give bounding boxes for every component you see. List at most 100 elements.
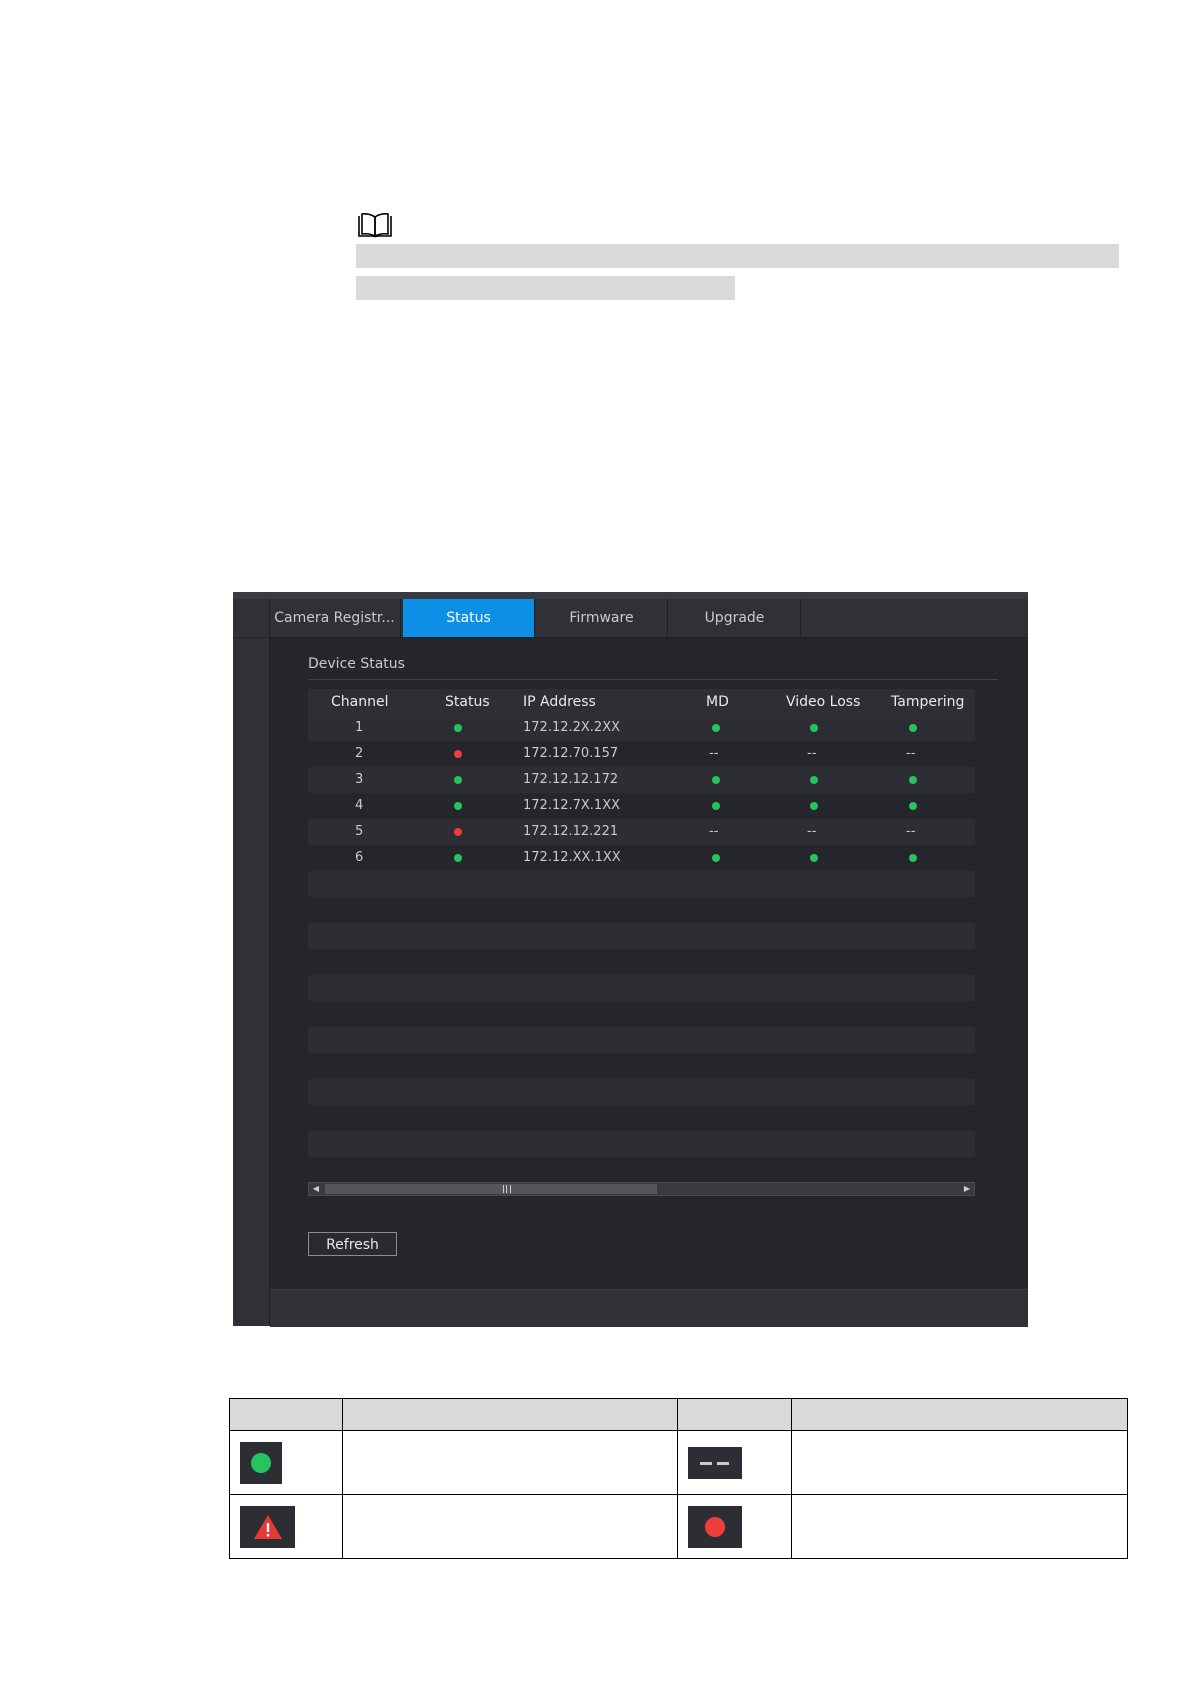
- green-status-dot-icon: [909, 853, 917, 862]
- red-dot-icon: [688, 1505, 742, 1548]
- cell-channel: 2: [355, 746, 364, 761]
- dash-icon: [688, 1446, 742, 1479]
- col-ip-address[interactable]: IP Address: [523, 689, 596, 715]
- cell-ip-address: 172.12.70.157: [523, 746, 619, 761]
- cell-md: [712, 715, 720, 741]
- cell-video-loss: [810, 793, 818, 819]
- cell-ip-address: 172.12.XX.1XX: [523, 850, 621, 865]
- cell-channel: 5: [355, 824, 364, 839]
- tab-upgrade[interactable]: Upgrade: [669, 599, 801, 637]
- col-channel[interactable]: Channel: [331, 689, 388, 715]
- table-row[interactable]: [308, 949, 975, 975]
- table-row[interactable]: [308, 1131, 975, 1157]
- footer-bar: [270, 1289, 1028, 1327]
- table-row[interactable]: 1 172.12.2X.2XX: [308, 715, 975, 741]
- table-row[interactable]: 6 172.12.XX.1XX: [308, 845, 975, 871]
- legend-icon-cell: [229, 1494, 343, 1559]
- legend-desc-cell: [342, 1494, 678, 1559]
- cell-video-loss: --: [807, 746, 817, 761]
- red-status-dot-icon: [454, 749, 462, 758]
- warning-triangle-icon: [240, 1505, 295, 1548]
- cell-video-loss: [810, 715, 818, 741]
- col-md[interactable]: MD: [706, 689, 729, 715]
- green-status-dot-icon: [909, 723, 917, 732]
- cell-status: [454, 767, 462, 793]
- tab-bar-spacer: [233, 599, 270, 637]
- cell-channel: 3: [355, 772, 364, 787]
- table-row[interactable]: 5 172.12.12.221 -- -- --: [308, 819, 975, 845]
- horizontal-scrollbar[interactable]: ◀ ▶: [308, 1182, 975, 1196]
- table-row[interactable]: [308, 1079, 975, 1105]
- cell-tampering: [909, 793, 917, 819]
- col-video-loss[interactable]: Video Loss: [786, 689, 860, 715]
- cell-status: [454, 845, 462, 871]
- device-status-window: Camera Registr... Status Firmware Upgrad…: [233, 592, 1028, 1327]
- green-status-dot-icon: [909, 801, 917, 810]
- cell-md: --: [709, 824, 719, 839]
- green-status-dot-icon: [810, 775, 818, 784]
- green-status-dot-icon: [712, 723, 720, 732]
- grip-center-line: [506, 1185, 507, 1193]
- legend-header-row: [229, 1398, 1128, 1431]
- window-top-edge: [233, 592, 1028, 599]
- cell-ip-address: 172.12.2X.2XX: [523, 720, 621, 735]
- legend-row: [229, 1494, 1128, 1559]
- note-text-line-2: [356, 276, 735, 300]
- col-tampering[interactable]: Tampering: [891, 689, 964, 715]
- cell-ip-address: 172.12.12.172: [523, 772, 619, 787]
- tab-camera-registration[interactable]: Camera Registr...: [269, 599, 401, 637]
- table-row[interactable]: [308, 871, 975, 897]
- green-status-dot-icon: [810, 723, 818, 732]
- green-status-dot-icon: [712, 853, 720, 862]
- table-row[interactable]: 2 172.12.70.157 -- -- --: [308, 741, 975, 767]
- table-row[interactable]: 3 172.12.12.172: [308, 767, 975, 793]
- cell-tampering: [909, 845, 917, 871]
- table-header: Channel Status IP Address MD Video Loss …: [308, 689, 975, 715]
- table-row[interactable]: [308, 1053, 975, 1079]
- legend-header-cell: [342, 1398, 678, 1431]
- refresh-button[interactable]: Refresh: [308, 1232, 397, 1256]
- tab-firmware[interactable]: Firmware: [536, 599, 668, 637]
- table-row[interactable]: [308, 1027, 975, 1053]
- green-status-dot-icon: [454, 775, 462, 784]
- cell-video-loss: [810, 845, 818, 871]
- cell-status: [454, 793, 462, 819]
- legend-icon-cell: [677, 1494, 792, 1559]
- legend-desc-cell: [791, 1430, 1128, 1495]
- table-row[interactable]: 4 172.12.7X.1XX: [308, 793, 975, 819]
- cell-status: [454, 741, 462, 767]
- cell-tampering: --: [906, 824, 916, 839]
- table-row[interactable]: [308, 1105, 975, 1131]
- legend-header-cell: [677, 1398, 792, 1431]
- table-row[interactable]: [308, 1157, 975, 1183]
- cell-tampering: [909, 715, 917, 741]
- tab-bar: Camera Registr... Status Firmware Upgrad…: [233, 599, 1028, 638]
- table-row[interactable]: [308, 897, 975, 923]
- green-status-dot-icon: [810, 853, 818, 862]
- green-status-dot-icon: [712, 775, 720, 784]
- table-row[interactable]: [308, 1001, 975, 1027]
- scroll-right-arrow-icon[interactable]: ▶: [961, 1184, 973, 1194]
- cell-md: [712, 845, 720, 871]
- legend-desc-cell: [342, 1430, 678, 1495]
- book-icon: [358, 213, 392, 238]
- scroll-left-arrow-icon[interactable]: ◀: [310, 1184, 322, 1194]
- grip-icon: [503, 1185, 511, 1193]
- cell-status: [454, 715, 462, 741]
- legend-row: [229, 1430, 1128, 1495]
- legend-header-cell: [229, 1398, 343, 1431]
- col-status[interactable]: Status: [445, 689, 490, 715]
- device-status-table: Channel Status IP Address MD Video Loss …: [308, 689, 975, 1183]
- tab-status[interactable]: Status: [403, 599, 535, 637]
- table-row[interactable]: [308, 923, 975, 949]
- cell-status: [454, 819, 462, 845]
- table-row[interactable]: [308, 975, 975, 1001]
- sidebar: [233, 638, 270, 1326]
- cell-ip-address: 172.12.12.221: [523, 824, 619, 839]
- legend-icon-cell: [677, 1430, 792, 1495]
- cell-video-loss: [810, 767, 818, 793]
- cell-channel: 1: [355, 720, 364, 735]
- green-dot-icon: [240, 1441, 282, 1484]
- scroll-thumb[interactable]: [325, 1184, 657, 1194]
- cell-channel: 6: [355, 850, 364, 865]
